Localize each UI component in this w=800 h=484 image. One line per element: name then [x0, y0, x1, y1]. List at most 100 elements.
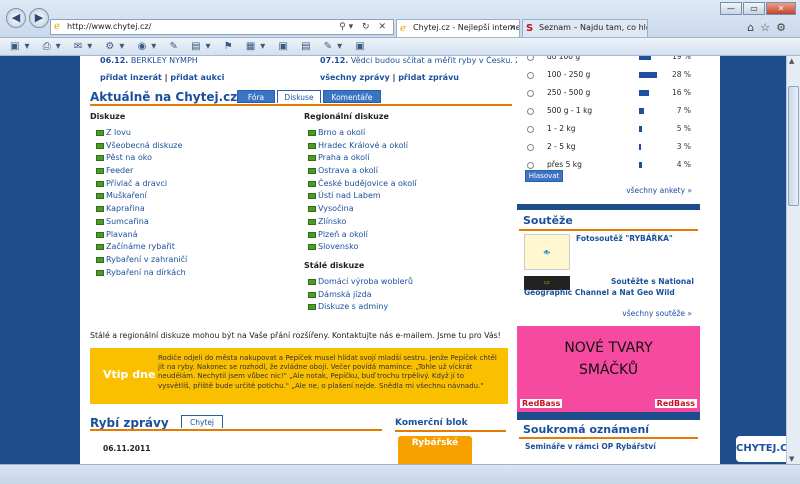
permanent-item[interactable]: Dámská jízda [308, 289, 413, 302]
home-favorites-tools-icons[interactable]: ⌂☆⚙ [747, 21, 792, 34]
discussion-item[interactable]: Začínáme rybařit [96, 241, 187, 254]
regional-item-label: Slovensko [318, 242, 359, 252]
add-news-link[interactable]: přidat zprávu [398, 73, 459, 82]
discussion-item[interactable]: Muškaření [96, 190, 187, 203]
forum-icon [308, 206, 316, 213]
discussion-item[interactable]: Rybaření v zahraničí [96, 254, 187, 267]
contest-rybarka-image[interactable]: 🐟 [524, 234, 570, 270]
maximize-button[interactable]: ▭ [743, 2, 765, 15]
regional-item-label: Hradec Králové a okolí [318, 140, 408, 150]
close-window-button[interactable]: ✕ [766, 2, 796, 15]
tab-chytej[interactable]: ℯ Chytej.cz - Nejlepší internet... ✕ [396, 19, 520, 37]
regional-item[interactable]: Brno a okolí [308, 127, 417, 140]
main-column: 06.12. BERKLEY NYMPH přidat inzerát | př… [80, 56, 550, 464]
forum-icon [96, 256, 104, 263]
tab-diskuse[interactable]: Diskuse [277, 90, 321, 103]
window-controls: — ▭ ✕ [719, 2, 796, 15]
tab-komentare[interactable]: Komentáře [323, 90, 381, 103]
poll-option[interactable]: do 100 g 19 % [527, 56, 697, 64]
commercial-banner[interactable]: Rybářské [398, 436, 472, 464]
permanent-item[interactable]: Domácí výroba woblerů [308, 276, 413, 289]
discussion-item[interactable]: Kaprařina [96, 203, 187, 216]
discussion-item[interactable]: Feeder [96, 165, 187, 178]
back-button[interactable]: ◀ [6, 8, 26, 28]
add-auction-link[interactable]: přidat aukci [170, 73, 224, 82]
discussion-item[interactable]: Pěst na oko [96, 152, 187, 165]
poll-radio[interactable] [527, 144, 534, 151]
regional-item[interactable]: Ústí nad Labem [308, 190, 417, 203]
discussion-item-label: Začínáme rybařit [106, 242, 175, 252]
all-polls-link[interactable]: všechny ankety » [626, 186, 692, 195]
tab-seznam[interactable]: S Seznam – Najdu tam, co hledá... [522, 19, 648, 37]
forum-icon [96, 269, 104, 276]
poll-radio[interactable] [527, 108, 534, 115]
regional-item[interactable]: Slovensko [308, 241, 417, 254]
poll-radio[interactable] [527, 72, 534, 79]
tab-seznam-title: Seznam – Najdu tam, co hledá... [539, 23, 647, 32]
address-bar[interactable]: ℯ http://www.chytej.cz/ ⚲▾ ↻ ✕ [50, 19, 394, 35]
poll-bar [639, 126, 642, 132]
poll-radio[interactable] [527, 126, 534, 133]
poll-option[interactable]: 1 - 2 kg 5 % [527, 122, 697, 136]
forum-icon [96, 231, 104, 238]
poll-radio[interactable] [527, 90, 534, 97]
close-tab-icon[interactable]: ✕ [509, 20, 516, 36]
regional-item[interactable]: Hradec Králové a okolí [308, 140, 417, 153]
vote-button[interactable]: Hlasovat [525, 170, 563, 182]
discussion-item[interactable]: Plavaná [96, 229, 187, 242]
poll-option[interactable]: 500 g - 1 kg 7 % [527, 104, 697, 118]
poll-bar [639, 144, 641, 150]
forum-icon [96, 206, 104, 213]
regional-item[interactable]: Plzeň a okolí [308, 229, 417, 242]
discussion-item[interactable]: Z lovu [96, 127, 187, 140]
add-ad-link[interactable]: přidat inzerát [100, 73, 162, 82]
address-url: http://www.chytej.cz/ [67, 22, 152, 31]
poll-option[interactable]: 100 - 250 g 28 % [527, 68, 697, 82]
poll-option-label: 1 - 2 kg [547, 124, 576, 133]
contest-natgeo-link[interactable]: Soutěžte s National Geographic Channel a… [524, 276, 694, 298]
discussion-item-label: Přívlač a dravci [106, 178, 168, 188]
address-tools-icons[interactable]: ⚲▾ ↻ ✕ [339, 20, 389, 34]
contest-rybarka-link[interactable]: Fotosoutěž "RYBÁŘKA" [576, 234, 673, 243]
regional-item[interactable]: České budějovice a okolí [308, 178, 417, 191]
fish-news-date: 06.11.2011 [103, 444, 151, 453]
regional-item[interactable]: Praha a okolí [308, 152, 417, 165]
private-first-link[interactable]: Semináře v rámci OP Rybářství [525, 442, 656, 451]
scroll-up-icon[interactable]: ▲ [789, 57, 794, 65]
discussion-item[interactable]: Sumcařina [96, 216, 187, 229]
classified-link[interactable]: BERKLEY NYMPH [131, 56, 198, 65]
permanent-item[interactable]: Diskuze s adminy [308, 301, 413, 314]
ad-line2: SMÁČKŮ [578, 362, 639, 378]
minimize-button[interactable]: — [720, 2, 742, 15]
ad-line1: NOVÉ TVARY [564, 340, 653, 356]
redbass-ad[interactable]: NOVÉ TVARY SMÁČKŮ RedBass RedBass [517, 326, 700, 412]
tab-fora[interactable]: Fóra [237, 90, 275, 103]
discussion-item[interactable]: Všeobecná diskuze [96, 140, 187, 153]
discussions-note: Stálé a regionální diskuze mohou být na … [90, 331, 501, 340]
all-contests-link[interactable]: všechny soutěže » [622, 309, 692, 318]
all-news-link[interactable]: všechny zprávy [320, 73, 390, 82]
tab-chytej-news[interactable]: Chytej [181, 415, 223, 428]
forum-icon [96, 155, 104, 162]
regional-item[interactable]: Ostrava a okolí [308, 165, 417, 178]
forum-icon [96, 180, 104, 187]
discussion-item[interactable]: Přívlač a dravci [96, 178, 187, 191]
poll-option[interactable]: 2 - 5 kg 3 % [527, 140, 697, 154]
forward-button[interactable]: ▶ [29, 8, 49, 28]
command-bar-icons[interactable]: ▣▾ ⎙▾ ✉▾ ⚙▾ ◉▾ ✎ ▤▾ ⚑ ▦▾ ▣ ▤ ✎▾ ▣ [0, 38, 800, 56]
poll-bar [639, 72, 657, 78]
regional-item[interactable]: Vysočina [308, 203, 417, 216]
discussion-item[interactable]: Rybaření na dírkách [96, 267, 187, 280]
poll-option[interactable]: 250 - 500 g 16 % [527, 86, 697, 100]
vertical-scrollbar[interactable]: ▲ ▼ [786, 56, 800, 464]
scroll-down-icon[interactable]: ▼ [789, 455, 794, 463]
regional-item-label: Vysočina [318, 204, 354, 214]
regional-item-label: Praha a okolí [318, 153, 370, 163]
scroll-thumb[interactable] [788, 86, 799, 206]
poll-radio[interactable] [527, 162, 534, 169]
browser-titlebar: ◀ ▶ ℯ http://www.chytej.cz/ ⚲▾ ↻ ✕ ℯ Chy… [0, 0, 800, 38]
fish-news-divider [90, 429, 382, 431]
poll-percent: 7 % [676, 106, 691, 115]
poll-radio[interactable] [527, 56, 534, 61]
regional-item[interactable]: Zlínsko [308, 216, 417, 229]
